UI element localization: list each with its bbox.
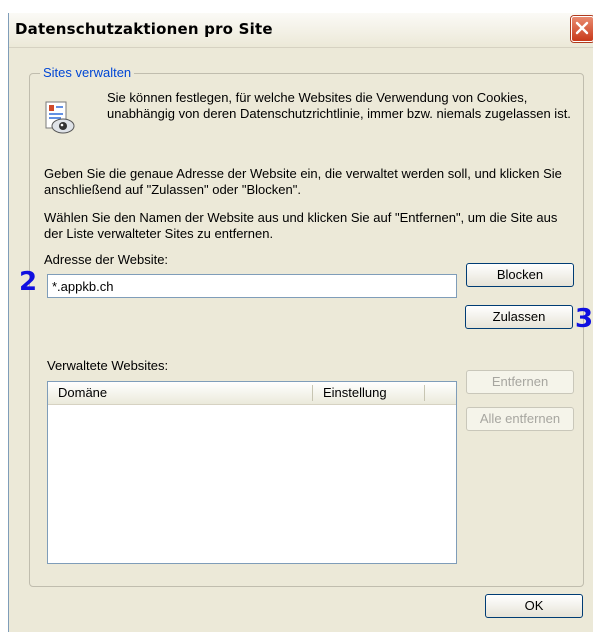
address-input[interactable] [47, 274, 457, 298]
allow-button[interactable]: Zulassen [465, 305, 573, 329]
column-header-domain[interactable]: Domäne [58, 385, 107, 400]
title-bar: Datenschutzaktionen pro Site [9, 13, 593, 48]
address-label: Adresse der Website: [44, 252, 169, 267]
privacy-document-icon [44, 101, 76, 134]
window-title: Datenschutzaktionen pro Site [15, 20, 273, 38]
remove-all-button[interactable]: Alle entfernen [466, 407, 574, 431]
annotation-marker-2: 2 [19, 267, 38, 297]
dialog-window: Datenschutzaktionen pro Site Sites verwa… [8, 13, 593, 632]
managed-sites-list[interactable]: Domäne Einstellung [47, 381, 457, 564]
column-separator [312, 385, 313, 401]
column-separator [424, 385, 425, 401]
instruction-text-remove: Wählen Sie den Namen der Website aus und… [44, 210, 558, 241]
managed-sites-label: Verwaltete Websites: [47, 358, 169, 373]
intro-text: Sie können festlegen, für welche Website… [107, 90, 571, 121]
annotation-marker-3: 3 [575, 304, 593, 334]
column-header-setting[interactable]: Einstellung [323, 385, 387, 400]
instruction-text-address: Geben Sie die genaue Adresse der Website… [44, 166, 562, 197]
block-button[interactable]: Blocken [466, 263, 574, 287]
remove-button[interactable]: Entfernen [466, 370, 574, 394]
list-header: Domäne Einstellung [48, 382, 456, 405]
ok-button[interactable]: OK [485, 594, 583, 618]
group-legend: Sites verwalten [40, 65, 135, 80]
close-icon[interactable] [571, 16, 593, 42]
